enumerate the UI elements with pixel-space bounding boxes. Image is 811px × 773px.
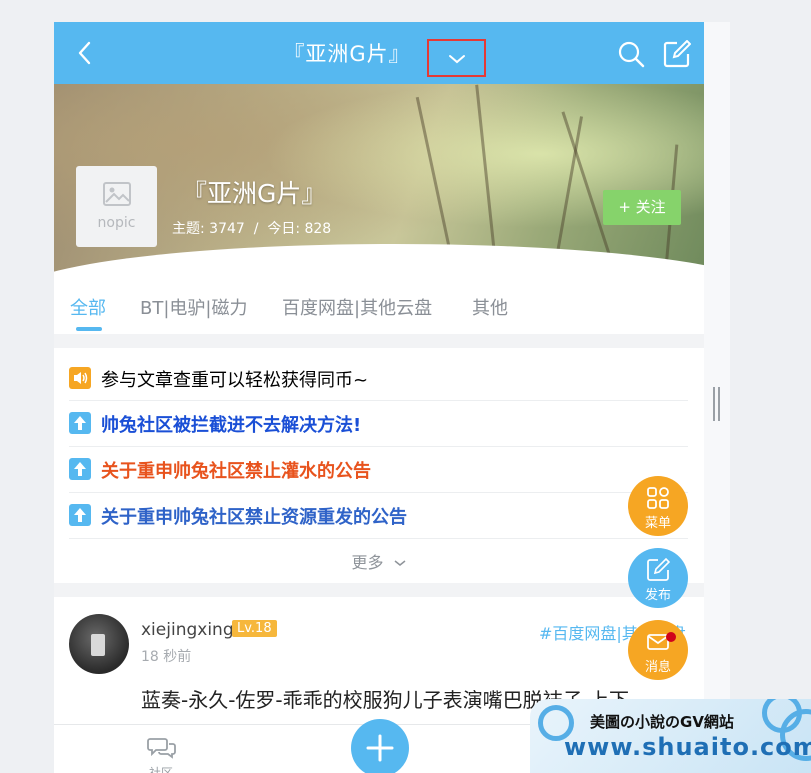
tab-cloud[interactable]: 百度网盘|其他云盘 xyxy=(282,294,432,320)
page-title: 『亚洲G片』 xyxy=(283,42,411,66)
resize-handle[interactable] xyxy=(713,387,721,421)
tab-all[interactable]: 全部 xyxy=(70,294,106,320)
post-time: 18 秒前 xyxy=(141,649,192,665)
tab-bt[interactable]: BT|电驴|磁力 xyxy=(140,294,247,320)
edit-icon[interactable] xyxy=(663,40,691,68)
post-username[interactable]: xiejingxing xyxy=(141,620,234,640)
menu-button[interactable]: 菜单 xyxy=(628,476,688,536)
notice-text: 帅兔社区被拦截进不去解决方法! xyxy=(101,415,362,436)
forum-name: 『亚洲G片』 xyxy=(182,179,327,208)
watermark-line2: www.shuaito.com xyxy=(564,733,811,761)
follow-button[interactable]: + 关注 xyxy=(603,190,681,225)
notice-text: 参与文章查重可以轻松获得同币~ xyxy=(101,370,369,391)
grid-menu-icon xyxy=(647,487,669,509)
menu-label: 菜单 xyxy=(644,516,671,531)
message-button[interactable]: 消息 xyxy=(628,620,688,680)
notice-item[interactable]: 参与文章查重可以轻松获得同币~ xyxy=(69,354,688,401)
level-badge: Lv.18 xyxy=(232,620,277,637)
image-placeholder-icon xyxy=(103,182,131,206)
app-window: 『亚洲G片』 nopic 『亚洲G片』 主题: 3747 / 今日: 828 +… xyxy=(54,22,730,773)
site-watermark: 美圖の小說のGV網站 www.shuaito.com xyxy=(530,699,811,773)
edit-icon xyxy=(647,558,670,581)
message-label: 消息 xyxy=(644,660,671,675)
community-icon[interactable] xyxy=(147,735,177,761)
nopic-label: nopic xyxy=(97,215,136,231)
more-notices-link[interactable]: 更多 xyxy=(54,549,704,573)
speaker-icon xyxy=(69,367,91,389)
avatar[interactable] xyxy=(69,614,129,674)
forum-dropdown-button[interactable] xyxy=(427,39,486,77)
notice-item[interactable]: 帅兔社区被拦截进不去解决方法! xyxy=(69,400,688,447)
chevron-down-icon xyxy=(394,560,406,566)
notice-text: 关于重申帅兔社区禁止灌水的公告 xyxy=(101,461,371,482)
notice-item[interactable]: 关于重申帅兔社区禁止资源重发的公告 xyxy=(69,492,688,539)
notice-item[interactable]: 关于重申帅兔社区禁止灌水的公告 xyxy=(69,446,688,493)
pin-up-icon xyxy=(69,458,91,480)
pin-up-icon xyxy=(69,412,91,434)
more-label: 更多 xyxy=(351,553,384,572)
tab-other[interactable]: 其他 xyxy=(472,294,508,320)
forum-stats: 主题: 3747 / 今日: 828 xyxy=(172,221,332,237)
community-label: 社区 xyxy=(149,766,174,773)
forum-avatar: nopic xyxy=(76,166,157,247)
notice-text: 关于重申帅兔社区禁止资源重发的公告 xyxy=(101,507,407,528)
pin-up-icon xyxy=(69,504,91,526)
top-nav-bar: 『亚洲G片』 xyxy=(54,22,704,84)
search-icon[interactable] xyxy=(617,40,645,68)
publish-label: 发布 xyxy=(644,588,671,603)
create-post-button[interactable] xyxy=(351,719,409,773)
chevron-down-icon xyxy=(449,55,465,64)
active-tab-indicator xyxy=(76,327,102,331)
watermark-line1: 美圖の小說のGV網站 xyxy=(590,713,734,731)
unread-dot xyxy=(666,632,676,642)
plus-icon xyxy=(366,734,394,762)
publish-button[interactable]: 发布 xyxy=(628,548,688,608)
tab-bar: 全部 BT|电驴|磁力 百度网盘|其他云盘 其他 xyxy=(54,284,704,334)
forum-page: 『亚洲G片』 nopic 『亚洲G片』 主题: 3747 / 今日: 828 +… xyxy=(54,22,704,773)
